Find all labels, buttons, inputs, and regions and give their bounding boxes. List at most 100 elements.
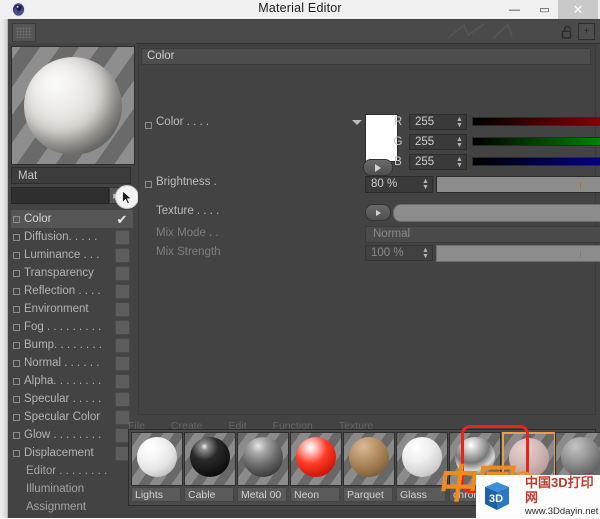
watermark-text: 中国3D打印网 www.3Ddayin.net <box>525 475 600 518</box>
channel-bullet[interactable] <box>13 251 20 259</box>
channel-checkbox[interactable] <box>115 373 130 389</box>
channel-label: Environment <box>24 303 89 315</box>
channel-bullet[interactable] <box>13 305 20 313</box>
rgb-value-field-b[interactable]: 255 ▲ ▼ <box>409 154 467 170</box>
mouse-pointer-icon <box>115 185 139 209</box>
material-cell[interactable]: Cable <box>184 432 236 504</box>
channel-item-environment[interactable]: Environment <box>11 300 133 318</box>
checkmark-icon[interactable]: ✔ <box>114 213 130 226</box>
rgb-spinner-r[interactable]: ▲ ▼ <box>455 116 464 129</box>
channel-item-editor[interactable]: Editor . . . . . . . . <box>11 462 133 480</box>
material-sphere <box>349 437 389 477</box>
channel-bullet[interactable] <box>13 323 20 331</box>
rgb-value-field-r[interactable]: 255 ▲ ▼ <box>409 114 467 130</box>
channel-bullet[interactable] <box>13 233 20 241</box>
channel-item-bump[interactable]: Bump. . . . . . . . <box>11 336 133 354</box>
channel-bullet[interactable] <box>13 395 20 403</box>
channel-item-diffusion[interactable]: Diffusion. . . . . <box>11 228 133 246</box>
material-label[interactable]: Cable <box>184 487 234 502</box>
material-preview[interactable] <box>11 46 135 165</box>
rgb-slider-g[interactable] <box>472 137 600 146</box>
brightness-value-field[interactable]: 80 % ▲ ▼ <box>365 176 433 193</box>
texture-field[interactable] <box>393 204 600 222</box>
channel-checkbox[interactable] <box>115 355 130 371</box>
rgb-slider-r[interactable] <box>472 117 600 126</box>
channel-checkbox[interactable] <box>115 283 130 299</box>
material-thumbnail[interactable] <box>184 432 236 486</box>
channel-bullet[interactable] <box>13 215 20 223</box>
material-thumbnail[interactable] <box>237 432 289 486</box>
material-thumbnail[interactable] <box>343 432 395 486</box>
color-label: Color . . . . <box>156 116 210 128</box>
channel-item-assignment[interactable]: Assignment <box>11 498 133 516</box>
material-label[interactable]: Metal 00 <box>237 487 287 502</box>
channel-bullet[interactable] <box>13 341 20 349</box>
material-sphere <box>296 437 336 477</box>
mix-strength-value-field[interactable]: 100 % ▲ ▼ <box>365 245 433 261</box>
close-button[interactable]: ✕ <box>558 0 598 19</box>
brightness-slider[interactable] <box>436 176 600 193</box>
channel-label: Specular . . . . . <box>24 393 102 405</box>
channel-bullet[interactable] <box>13 413 20 421</box>
channel-item-displacement[interactable]: Displacement <box>11 444 133 462</box>
channel-bullet[interactable] <box>13 431 20 439</box>
color-expand-button[interactable] <box>363 159 393 176</box>
channel-checkbox[interactable] <box>115 301 130 317</box>
material-cell[interactable]: Metal 00 <box>237 432 289 504</box>
channel-checkbox[interactable] <box>115 265 130 281</box>
chevron-down-icon[interactable] <box>352 120 362 125</box>
channel-bullet[interactable] <box>13 287 20 295</box>
mix-strength-slider[interactable] <box>436 245 600 262</box>
channel-item-fog[interactable]: Fog . . . . . . . . . <box>11 318 133 336</box>
channel-item-glow[interactable]: Glow . . . . . . . . <box>11 426 133 444</box>
channel-label: Transparency <box>24 267 94 279</box>
material-cell[interactable]: Lights <box>131 432 183 504</box>
color-enable-bullet[interactable] <box>145 122 152 129</box>
channel-bullet[interactable] <box>13 377 20 385</box>
material-cell[interactable]: Parquet <box>343 432 395 504</box>
channel-item-luminance[interactable]: Luminance . . . <box>11 246 133 264</box>
rgb-spinner-b[interactable]: ▲ ▼ <box>455 156 464 169</box>
maximize-button[interactable]: ▭ <box>527 0 562 19</box>
rgb-value-field-g[interactable]: 255 ▲ ▼ <box>409 134 467 150</box>
mix-strength-spinner[interactable]: ▲ ▼ <box>421 247 430 260</box>
lock-open-icon[interactable] <box>559 23 576 40</box>
material-label[interactable]: Neon <box>290 487 340 502</box>
mix-mode-select[interactable]: Normal <box>365 226 600 243</box>
watermark-badge: 3D 中国3D打印网 www.3Ddayin.net <box>476 475 600 518</box>
material-label[interactable]: Parquet <box>343 487 393 502</box>
channel-item-color[interactable]: Color ✔ <box>11 210 133 228</box>
channel-checkbox[interactable] <box>115 337 130 353</box>
channel-checkbox[interactable] <box>115 247 130 263</box>
channel-item-illumination[interactable]: Illumination <box>11 480 133 498</box>
channel-bullet[interactable] <box>13 269 20 277</box>
channel-label: Color <box>24 213 52 225</box>
mix-strength-label: Mix Strength <box>156 246 221 258</box>
channel-item-specularcolor[interactable]: Specular Color <box>11 408 133 426</box>
rgb-slider-b[interactable] <box>472 157 600 166</box>
channel-item-transparency[interactable]: Transparency <box>11 264 133 282</box>
rgb-spinner-g[interactable]: ▲ ▼ <box>455 136 464 149</box>
material-thumbnail[interactable] <box>290 432 342 486</box>
material-cell[interactable]: Neon <box>290 432 342 504</box>
brightness-enable-bullet[interactable] <box>145 181 152 188</box>
material-name-field[interactable]: Mat <box>11 167 131 184</box>
material-label[interactable]: Lights <box>131 487 181 502</box>
plus-box-icon[interactable]: + <box>578 23 595 40</box>
brightness-spinner[interactable]: ▲ ▼ <box>421 178 430 191</box>
channel-checkbox[interactable] <box>115 391 130 407</box>
channel-item-reflection[interactable]: Reflection . . . . <box>11 282 133 300</box>
channel-bullet[interactable] <box>13 449 20 457</box>
drag-grip-icon[interactable] <box>12 23 36 42</box>
material-thumbnail[interactable] <box>131 432 183 486</box>
channel-checkbox[interactable] <box>115 319 130 335</box>
channel-item-normal[interactable]: Normal . . . . . . <box>11 354 133 372</box>
texture-expand-button[interactable] <box>365 204 391 221</box>
channel-item-alpha[interactable]: Alpha. . . . . . . . <box>11 372 133 390</box>
channel-label: Diffusion. . . . . <box>24 231 98 243</box>
search-input[interactable] <box>11 187 109 204</box>
channel-bullet[interactable] <box>13 359 20 367</box>
channel-checkbox[interactable] <box>115 229 130 245</box>
channel-item-specular[interactable]: Specular . . . . . <box>11 390 133 408</box>
material-sphere <box>137 437 177 477</box>
